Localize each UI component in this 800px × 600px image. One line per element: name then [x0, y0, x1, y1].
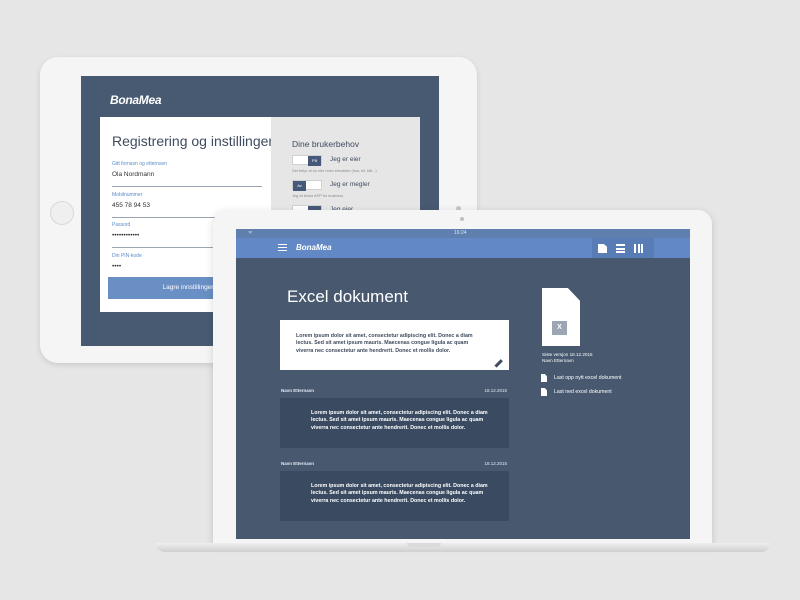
needs-title: Dine brukerbehov	[292, 139, 360, 149]
comment-header: Navn Etternavn 18.12.2015	[280, 388, 509, 397]
mobile-field-value: 455 78 94 53	[112, 202, 150, 209]
status-time: 16:24	[454, 230, 467, 236]
name-field-label: Gitt fornavn og etternavn	[112, 161, 168, 167]
camera-dot	[460, 217, 464, 221]
version-text: Siste versjon 18.12.2015	[542, 352, 593, 357]
list-view-icon[interactable]	[616, 244, 625, 253]
owner-toggle[interactable]: På	[292, 155, 322, 166]
description-card: Lorem ipsum dolor sit amet, consectetur …	[280, 320, 509, 370]
broker-toggle[interactable]: Av	[292, 180, 322, 191]
broker-label: Jeg er megler	[330, 181, 370, 188]
laptop-device: ᯤ 16:24 BonaMea Excel dokument Lorem ips…	[213, 210, 712, 545]
mobile-field-label: Mobilnummer	[112, 192, 143, 198]
comment-date: 18.12.2015	[484, 461, 507, 466]
name-field[interactable]: Gitt fornavn og etternavn Ola Nordmann	[112, 161, 262, 187]
upload-document-icon	[541, 374, 547, 382]
comment-body: Lorem ipsum dolor sit amet, consectetur …	[280, 471, 509, 521]
edit-pencil-icon[interactable]	[494, 358, 503, 367]
broker-desc: Jeg vil bruke APP for business	[292, 194, 344, 198]
owner-desc: Det betyr at du eier noen eiendeler (hus…	[292, 169, 377, 173]
comment-body: Lorem ipsum dolor sit amet, consectetur …	[280, 398, 509, 448]
comment-text: Lorem ipsum dolor sit amet, consectetur …	[311, 410, 488, 431]
comment-date: 18.12.2015	[484, 388, 507, 393]
page-title: Registrering og instillinger	[112, 133, 274, 149]
download-document-icon	[541, 388, 547, 396]
excel-badge: X	[552, 321, 567, 335]
document-view-icon[interactable]	[598, 244, 607, 253]
laptop-notch	[407, 543, 441, 547]
app-logo: BonaMea	[296, 243, 332, 252]
document-title: Excel dokument	[287, 287, 408, 306]
name-field-value: Ola Nordmann	[112, 171, 155, 178]
comment-author: Navn Etternavn	[281, 388, 315, 393]
hamburger-menu-icon[interactable]	[278, 244, 287, 251]
toolbar	[592, 238, 654, 258]
owner-label: Jeg er eier	[330, 156, 361, 163]
app-bar: BonaMea	[236, 238, 690, 258]
columns-view-icon[interactable]	[634, 244, 643, 253]
laptop-screen: ᯤ 16:24 BonaMea Excel dokument Lorem ips…	[236, 229, 690, 539]
app-logo: BonaMea	[110, 93, 162, 107]
laptop-base	[156, 543, 770, 552]
status-bar: ᯤ 16:24	[236, 229, 690, 238]
comment-header: Navn Etternavn 18.12.2015	[280, 461, 509, 470]
comment-author: Navn Etternavn	[281, 461, 315, 466]
comment-text: Lorem ipsum dolor sit amet, consectetur …	[311, 483, 488, 504]
excel-file-icon[interactable]: X	[542, 288, 580, 346]
version-author: Navn Etternavn	[542, 358, 574, 363]
broker-toggle-state: Av	[293, 181, 306, 191]
home-button[interactable]	[50, 201, 74, 225]
owner-toggle-state: På	[308, 156, 321, 166]
upload-excel-label: Last opp nytt excel dokument	[554, 375, 622, 381]
wifi-icon: ᯤ	[248, 230, 253, 236]
description-text: Lorem ipsum dolor sit amet, consectetur …	[296, 333, 473, 354]
download-excel-label: Last ned excel dokument	[554, 389, 612, 395]
